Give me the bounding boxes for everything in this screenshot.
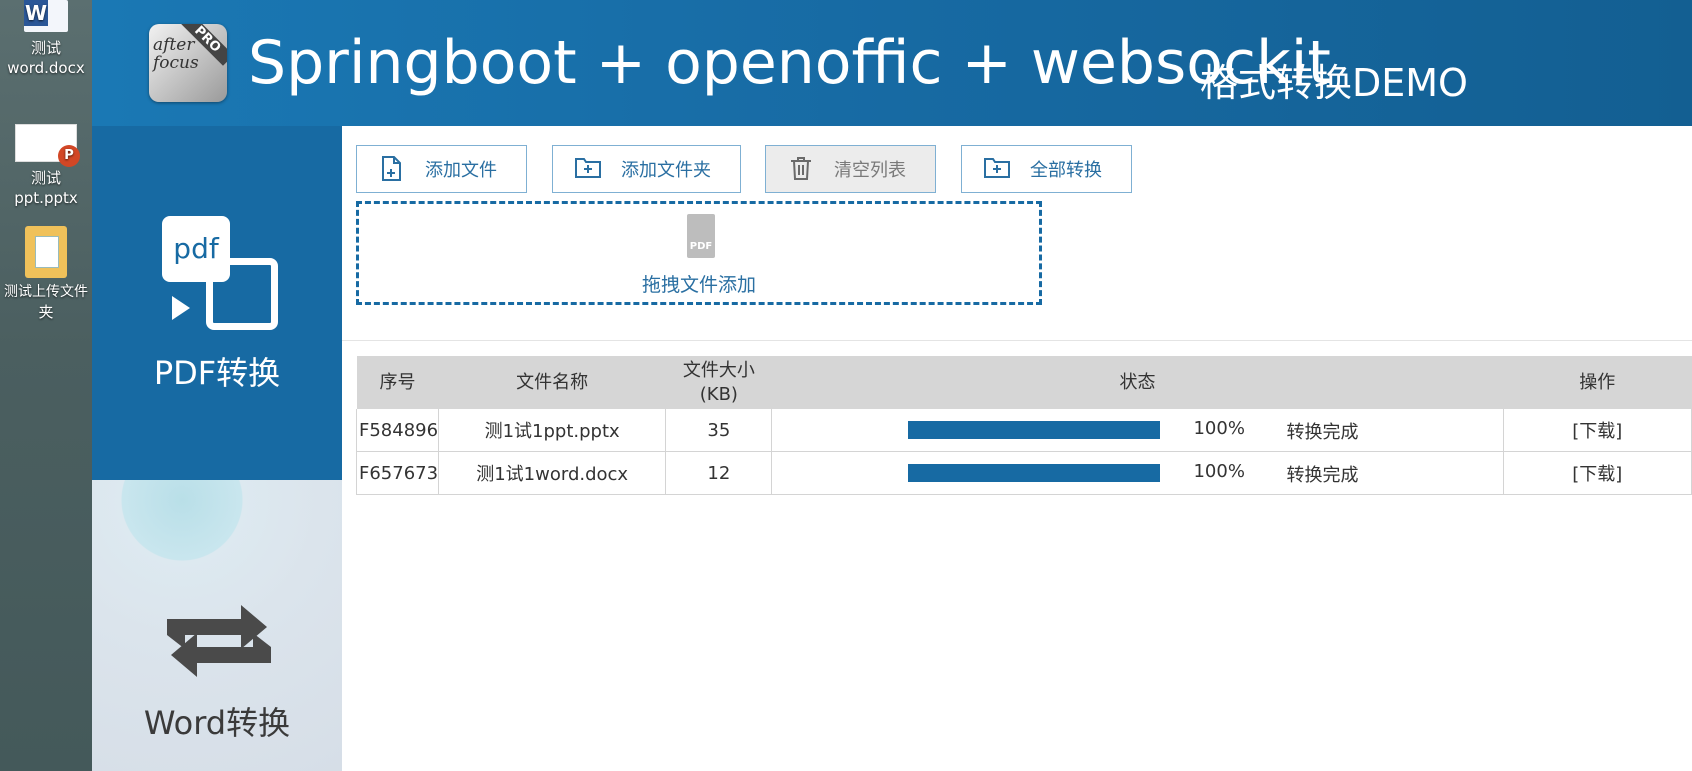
cell-id: F657673: [355, 451, 440, 495]
clear-list-label: 清空列表: [834, 160, 906, 181]
folder-convert-icon: [984, 156, 1010, 182]
download-link[interactable]: [下载]: [1572, 421, 1622, 442]
file-table: 序号 文件名称 文件大小 (KB) 状态 操作 F584896 测1试1ppt.p…: [355, 356, 1692, 495]
pdf-file-icon: PDF: [687, 214, 715, 258]
desktop-icon-label: ppt.pptx: [14, 189, 78, 207]
convert-all-button[interactable]: 全部转换: [961, 145, 1132, 193]
clear-list-button[interactable]: 清空列表: [765, 145, 936, 193]
cell-status: 100% 转换完成: [771, 451, 1504, 495]
add-folder-button[interactable]: 添加文件夹: [552, 145, 741, 193]
folder-icon: [25, 226, 67, 278]
cell-name: 测1试1word.docx: [438, 451, 667, 495]
cell-status: 100% 转换完成: [771, 409, 1504, 452]
sidebar-item-label: PDF转换: [153, 354, 281, 392]
status-text: 转换完成: [1286, 465, 1359, 486]
word-file-icon: W: [24, 0, 68, 32]
table-row: F657673 测1试1word.docx 12 100% 转换完成 [下载]: [355, 451, 1692, 495]
add-file-icon: [379, 156, 405, 182]
cell-name: 测1试1ppt.pptx: [438, 409, 667, 452]
section-divider: [342, 340, 1692, 341]
col-header-status: 状态: [771, 356, 1503, 409]
drop-zone-text: 拖拽文件添加: [641, 274, 756, 296]
desktop-icon-label: 测试: [30, 169, 61, 187]
cell-size: 35: [665, 409, 773, 452]
desktop-icon-ppt[interactable]: P 测试 ppt.pptx: [0, 124, 92, 208]
sidebar-item-label: Word转换: [143, 704, 291, 742]
desktop-icon-folder[interactable]: 测试上传文件 夹: [0, 226, 92, 322]
table-row: F584896 测1试1ppt.pptx 35 100% 转换完成 [下载]: [355, 409, 1692, 452]
desktop-icon-label: 夹: [38, 303, 54, 321]
add-folder-icon: [575, 156, 601, 182]
col-header-size: 文件大小 (KB): [665, 356, 772, 409]
sidebar-item-pdf[interactable]: pdf PDF转换: [92, 126, 342, 480]
add-file-label: 添加文件: [425, 160, 497, 181]
add-file-button[interactable]: 添加文件: [356, 145, 527, 193]
cell-action: [下载]: [1503, 409, 1692, 452]
progress-bar: [908, 464, 1161, 482]
app-subtitle: 格式转换DEMO: [1200, 61, 1468, 105]
app-header: after focus PRO Springboot + openoffic +…: [92, 0, 1692, 126]
app-title: Springboot + openoffic + websockit: [248, 28, 1331, 98]
col-header-name: 文件名称: [438, 356, 666, 409]
download-link[interactable]: [下载]: [1572, 464, 1622, 485]
desktop-icon-label: 测试: [30, 39, 61, 57]
desktop-strip: W 测试 word.docx P 测试 ppt.pptx 测试上传文件 夹: [0, 0, 92, 771]
cell-size: 12: [665, 451, 773, 495]
col-header-index: 序号: [356, 356, 439, 409]
add-folder-label: 添加文件夹: [621, 160, 711, 181]
progress-bar: [908, 421, 1161, 439]
file-drop-zone[interactable]: PDF 拖拽文件添加: [356, 201, 1042, 305]
pdf-convert-icon: pdf: [162, 216, 278, 330]
trash-icon: [788, 156, 814, 182]
col-header-action: 操作: [1503, 356, 1692, 409]
desktop-icon-label: 测试上传文件: [4, 284, 88, 300]
progress-percent: 100%: [1193, 461, 1245, 482]
sidebar-item-word[interactable]: Word转换: [92, 480, 342, 771]
ppt-file-icon: P: [15, 124, 80, 167]
status-text: 转换完成: [1286, 422, 1359, 443]
convert-all-label: 全部转换: [1030, 160, 1102, 181]
app-window: after focus PRO Springboot + openoffic +…: [92, 0, 1692, 771]
desktop-icon-word[interactable]: W 测试 word.docx: [0, 0, 92, 78]
app-logo: after focus PRO: [149, 24, 227, 102]
desktop-icon-label: word.docx: [7, 59, 85, 77]
table-header-row: 序号 文件名称 文件大小 (KB) 状态 操作: [356, 356, 1692, 409]
repeat-icon: [157, 600, 281, 696]
cell-action: [下载]: [1503, 451, 1692, 495]
cell-id: F584896: [355, 409, 440, 452]
sidebar: pdf PDF转换 Word转换: [92, 126, 342, 771]
progress-percent: 100%: [1193, 418, 1245, 439]
